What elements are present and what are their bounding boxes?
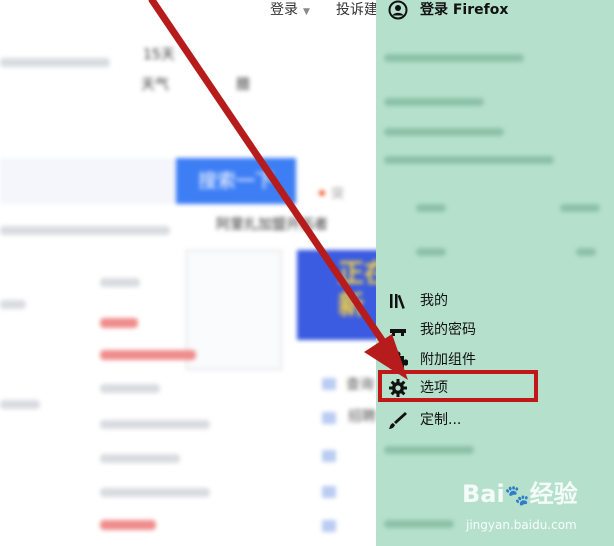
baidu-jingyan-watermark: Bai🐾经验 jingyan.baidu.com (462, 474, 614, 546)
annotation-arrow (148, 0, 408, 380)
watermark-url: jingyan.baidu.com (466, 518, 577, 532)
watermark-logo: Bai🐾经验 (462, 480, 578, 508)
